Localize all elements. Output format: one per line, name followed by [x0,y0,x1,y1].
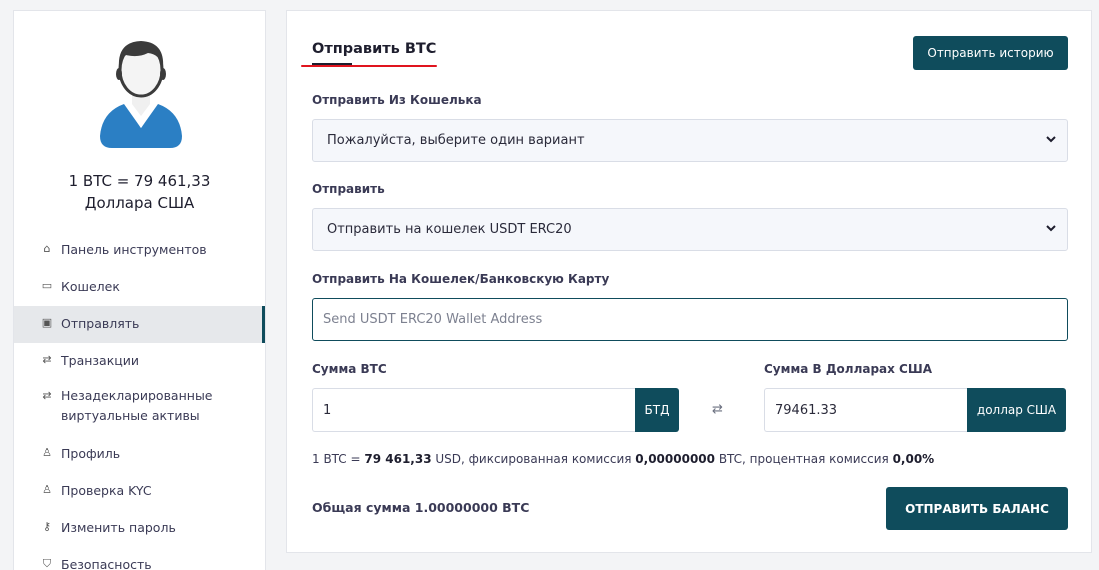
page-title: Отправить BTC [312,41,437,57]
fee-info-rate: 79 461,33 [364,452,432,466]
money-icon: ▣ [41,316,53,329]
sidebar-item-label: Изменить пароль [61,520,176,535]
sidebar-item-label: Незадекларированные виртуальные активы [61,388,213,423]
amount-btc-label: Сумма BTC [312,362,387,376]
sidebar-item-dashboard[interactable]: ⌂ Панель инструментов [14,232,265,269]
send-btc-card: Отправить BTC Отправить историю Отправит… [286,10,1092,553]
sidebar-item-label: Безопасность [61,557,152,570]
amount-usd-addon: доллар США [967,388,1066,432]
fee-info-mid2: BTC, процентная комиссия [715,452,893,466]
sidebar-item-transactions[interactable]: ⇄ Транзакции [14,343,265,380]
sidebar-item-label: Проверка KYC [61,483,152,498]
send-balance-button[interactable]: ОТПРАВИТЬ БАЛАНС [886,487,1068,530]
user-avatar-icon [100,41,182,148]
exchange-rate-value: 1 BTC = 79 461,33 [68,172,211,190]
sidebar: 1 BTC = 79 461,33 Доллара США ⌂ Панель и… [13,10,266,570]
send-history-button[interactable]: Отправить историю [913,36,1068,70]
user-icon: ♙ [42,483,52,496]
sidebar-item-send[interactable]: ▣ Отправлять [14,306,265,343]
sidebar-item-label: Профиль [61,446,121,461]
title-underline [301,65,437,67]
sidebar-item-label: Отправлять [61,316,140,331]
shield-icon: ⛉ [42,557,52,570]
sidebar-item-undeclared-assets[interactable]: ⇄ Незадекларированные виртуальные активы [14,380,265,436]
user-icon: ♙ [42,446,52,459]
sidebar-item-wallet[interactable]: ▭ Кошелек [14,269,265,306]
fee-info: 1 BTC = 79 461,33 USD, фиксированная ком… [312,452,934,466]
chevron-down-icon [1046,225,1056,232]
from-wallet-label: Отправить Из Кошелька [312,93,482,107]
wallet-address-input[interactable] [312,298,1068,341]
title-underline-accent [312,63,352,65]
key-icon: ⚷ [42,520,52,533]
address-label: Отправить На Кошелек/Банковскую Карту [312,272,610,286]
amount-btc-group: БТД [312,388,679,432]
transfer-icon: ⇄ [42,389,52,402]
send-type-select[interactable]: Отправить на кошелек USDT ERC20 [312,208,1068,251]
transfer-icon: ⇄ [42,353,52,366]
sidebar-item-change-password[interactable]: ⚷ Изменить пароль [14,510,265,547]
sidebar-item-label: Панель инструментов [61,242,207,257]
sidebar-item-profile[interactable]: ♙ Профиль [14,436,265,473]
sidebar-item-security[interactable]: ⛉ Безопасность [14,547,265,570]
amount-btc-input[interactable] [312,388,635,432]
wallet-icon: ▭ [41,279,53,292]
from-wallet-select-value: Пожалуйста, выберите один вариант [327,133,585,148]
sidebar-item-label: Кошелек [61,279,120,294]
chevron-down-icon [1046,136,1056,143]
amount-usd-group: доллар США [764,388,1066,432]
sidebar-item-kyc[interactable]: ♙ Проверка KYC [14,473,265,510]
sidebar-item-label: Транзакции [61,353,140,368]
fee-info-prefix: 1 BTC = [312,452,365,466]
total-amount: Общая сумма 1.00000000 BTC [312,500,530,515]
amount-usd-input[interactable] [764,388,967,432]
swap-icon: ⇄ [712,402,723,417]
amount-btc-addon: БТД [635,388,679,432]
fee-info-percent-fee: 0,00% [892,452,935,466]
exchange-rate: 1 BTC = 79 461,33 Доллара США [14,170,265,214]
sidebar-menu: ⌂ Панель инструментов ▭ Кошелек ▣ Отправ… [14,232,265,570]
send-type-select-value: Отправить на кошелек USDT ERC20 [327,222,572,237]
from-wallet-select[interactable]: Пожалуйста, выберите один вариант [312,119,1068,162]
send-type-label: Отправить [312,182,385,196]
home-icon: ⌂ [43,242,51,255]
fee-info-fixed-fee: 0,00000000 [635,452,715,466]
fee-info-mid: USD, фиксированная комиссия [431,452,636,466]
amount-usd-label: Сумма В Долларах США [764,362,932,376]
exchange-rate-currency: Доллара США [84,194,195,212]
